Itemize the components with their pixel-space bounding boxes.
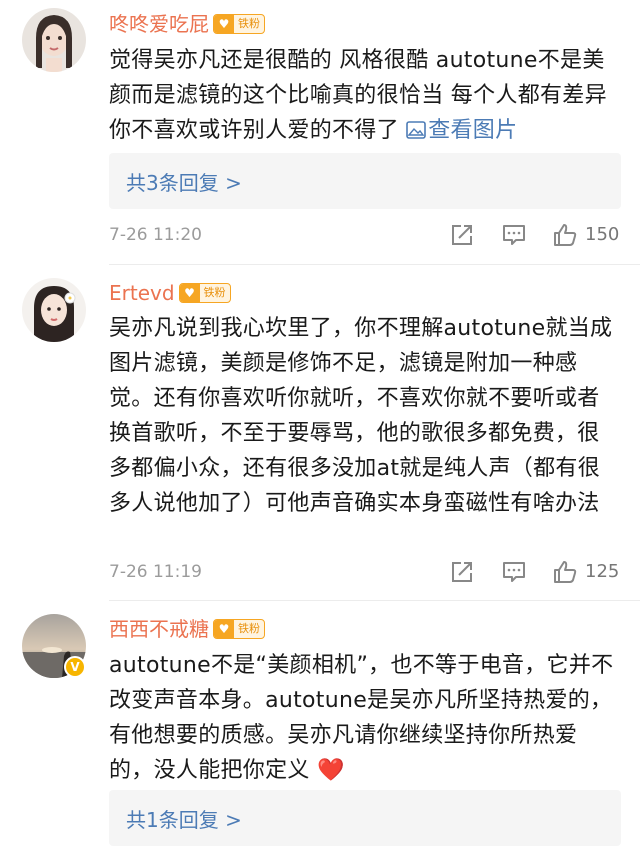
fan-badge: ♥ 铁粉 bbox=[178, 283, 231, 303]
view-replies-link[interactable]: 共1条回复 > bbox=[126, 804, 242, 833]
comment-meta: 7-26 11:19 125 bbox=[109, 557, 621, 587]
comment-list: 咚咚爱吃屁 ♥ 铁粉 觉得吴亦凡还是很酷的 风格很酷 autotune不是美颜而… bbox=[0, 0, 640, 846]
comment-text: autotune不是“美颜相机”，也不等于电音，它并不改变声音本身。autotu… bbox=[109, 648, 621, 788]
fan-badge-label: 铁粉 bbox=[238, 622, 260, 635]
like-icon[interactable] bbox=[552, 559, 578, 585]
like-count: 150 bbox=[585, 224, 620, 245]
heart-icon: ♥ bbox=[214, 15, 234, 33]
username[interactable]: 西西不戒糖 bbox=[109, 614, 209, 644]
reply-summary[interactable]: 共1条回复 > bbox=[109, 790, 621, 846]
divider bbox=[109, 264, 640, 265]
share-icon[interactable] bbox=[449, 222, 475, 248]
view-image-link[interactable]: 查看图片 bbox=[406, 118, 517, 143]
fan-badge-label: 铁粉 bbox=[203, 286, 226, 299]
comment-body: 吴亦凡说到我心坎里了，你不理解autotune就当成图片滤镜，美颜是修饰不足，滤… bbox=[109, 316, 613, 516]
username-row: 咚咚爱吃屁 ♥ 铁粉 bbox=[109, 9, 265, 39]
comment-meta: 7-26 11:20 150 bbox=[109, 220, 621, 250]
avatar[interactable] bbox=[22, 278, 86, 342]
like-count: 125 bbox=[585, 561, 620, 582]
avatar[interactable] bbox=[22, 8, 86, 72]
heart-icon: ♥ bbox=[214, 620, 234, 638]
reply-summary[interactable]: 共3条回复 > bbox=[109, 153, 621, 209]
fan-badge-label: 铁粉 bbox=[238, 17, 260, 30]
username-row: 西西不戒糖 ♥ 铁粉 bbox=[109, 614, 265, 644]
timestamp: 7-26 11:20 bbox=[109, 225, 202, 245]
comment-text: 吴亦凡说到我心坎里了，你不理解autotune就当成图片滤镜，美颜是修饰不足，滤… bbox=[109, 311, 621, 521]
comment-icon[interactable] bbox=[501, 559, 527, 585]
fan-badge: ♥ 铁粉 bbox=[213, 619, 265, 639]
view-image-label: 查看图片 bbox=[428, 118, 518, 143]
username[interactable]: 咚咚爱吃屁 bbox=[109, 9, 209, 39]
like-icon[interactable] bbox=[552, 222, 578, 248]
username-row: Ertevd ♥ 铁粉 bbox=[109, 278, 231, 308]
heart-emoji-icon: ❤️ bbox=[317, 758, 345, 783]
share-icon[interactable] bbox=[449, 559, 475, 585]
image-icon bbox=[406, 121, 427, 139]
comment-body: 觉得吴亦凡还是很酷的 风格很酷 autotune不是美颜而是滤镜的这个比喻真的很… bbox=[109, 48, 607, 143]
comment-body: autotune不是“美颜相机”，也不等于电音，它并不改变声音本身。autotu… bbox=[109, 653, 614, 783]
comment-text: 觉得吴亦凡还是很酷的 风格很酷 autotune不是美颜而是滤镜的这个比喻真的很… bbox=[109, 43, 621, 148]
verified-badge-icon: V bbox=[64, 656, 86, 678]
view-replies-link[interactable]: 共3条回复 > bbox=[126, 167, 242, 196]
heart-icon: ♥ bbox=[179, 284, 200, 302]
username[interactable]: Ertevd bbox=[109, 278, 175, 308]
divider bbox=[109, 600, 640, 601]
fan-badge: ♥ 铁粉 bbox=[213, 14, 265, 34]
comment-icon[interactable] bbox=[501, 222, 527, 248]
timestamp: 7-26 11:19 bbox=[109, 562, 202, 582]
